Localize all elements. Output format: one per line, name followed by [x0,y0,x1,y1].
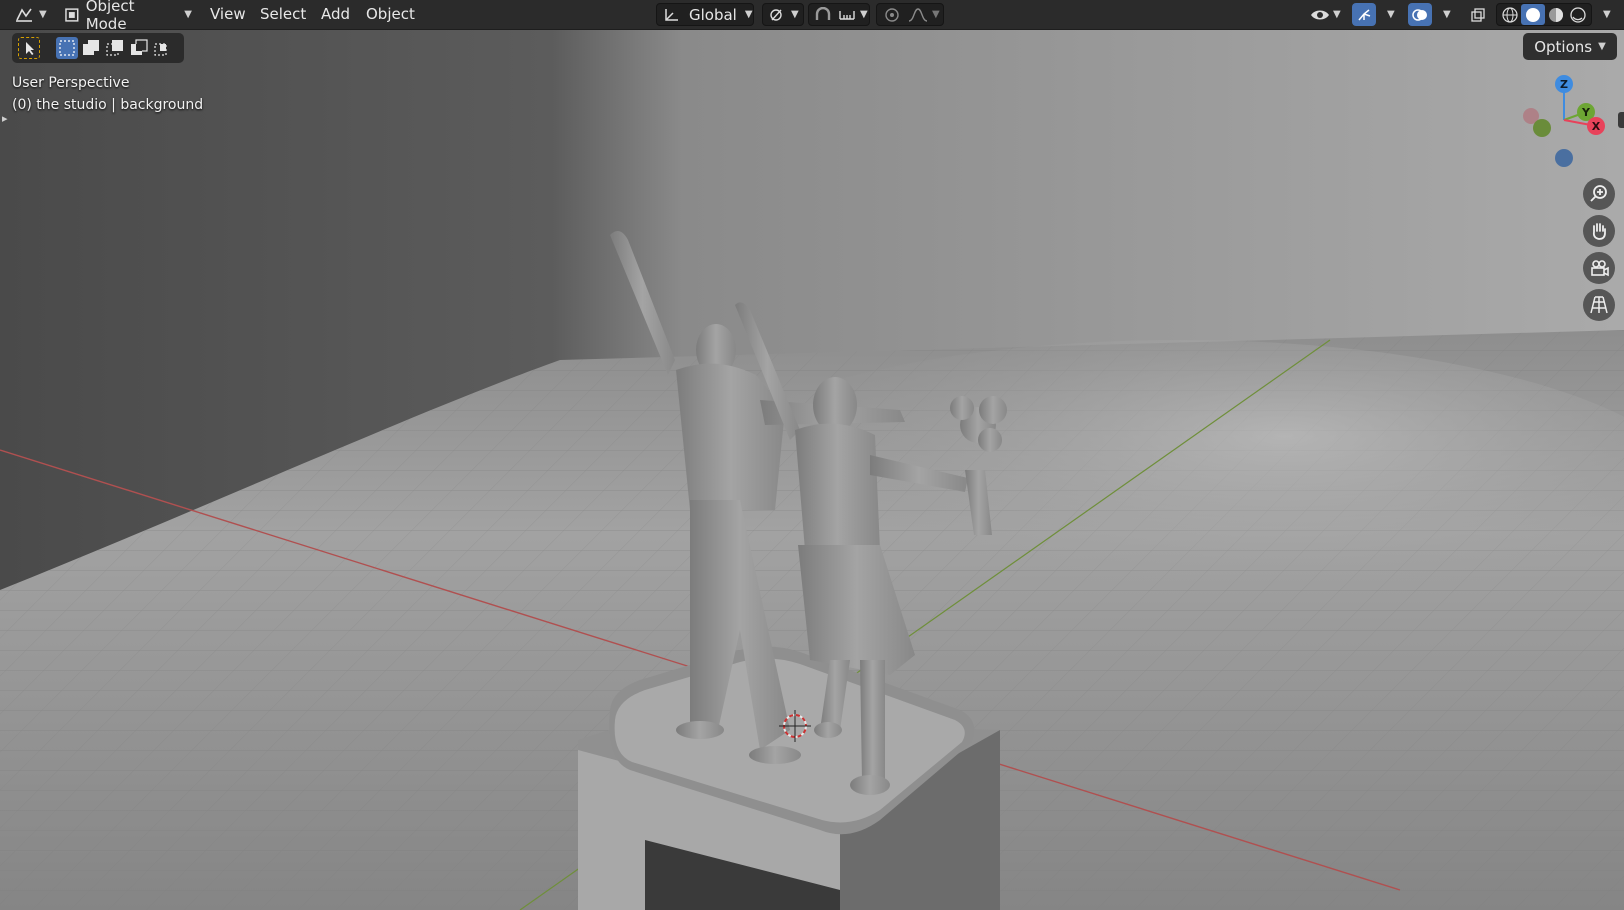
proportional-edit-group: ▼ [876,3,944,26]
chevron-down-icon: ▼ [1598,41,1606,52]
sidebar-expand-tab[interactable] [1618,112,1624,128]
toolbar-expand-arrow[interactable]: ▸ [2,112,8,125]
viewport-info: User Perspective (0) the studio | backgr… [12,72,203,116]
menu-view[interactable]: View [208,4,248,25]
select-cursor-icon [26,42,34,55]
transform-orientation-dropdown[interactable]: Global ▼ [656,3,754,26]
falloff-curve-icon[interactable] [907,7,929,23]
wireframe-shading-icon[interactable] [1499,5,1521,25]
camera-view-button[interactable] [1583,252,1615,284]
select-intersect-icon [154,43,167,56]
snap-magnet-icon[interactable] [813,6,833,23]
menu-object[interactable]: Object [364,4,417,25]
overlay-dropdown-chevron[interactable]: ▼ [1443,9,1451,20]
chevron-down-icon[interactable]: ▼ [932,9,940,20]
xray-toggle-icon [1471,7,1485,22]
editor-type-button[interactable]: ▼ [14,3,50,26]
options-label: Options [1534,37,1593,56]
mode-label: Object Mode [85,0,135,33]
neg-y-axis-ball[interactable] [1533,119,1551,137]
xray-toggle[interactable] [1466,3,1490,26]
viewport-header: ▼ Object Mode ▼ View Select Add Object G… [0,0,1624,33]
chevron-down-icon: ▼ [744,9,753,20]
visibility-eye-icon [1311,10,1329,19]
tool-settings-row [12,33,184,63]
editor-type-icon [16,7,32,22]
chevron-down-icon: ▼ [39,9,47,20]
orientation-label: Global [689,5,737,24]
pivot-point-icon [770,8,782,21]
rendered-shading-icon[interactable] [1567,5,1589,25]
options-dropdown[interactable]: Options ▼ [1523,33,1617,60]
select-intersect-button[interactable] [152,37,174,59]
shading-dropdown-chevron[interactable]: ▼ [1603,9,1611,20]
visibility-dropdown[interactable]: ▼ [1306,3,1346,26]
ortho-grid-icon [1590,296,1608,314]
pan-hand-icon [1592,223,1606,240]
zoom-button[interactable] [1583,178,1615,210]
shading-mode-group [1496,3,1592,26]
chevron-down-icon[interactable]: ▼ [860,9,868,20]
y-axis-label: Y [1581,106,1591,119]
snap-group: ▼ [808,3,870,26]
solid-shading-icon [1526,7,1540,22]
gizmo-icon [1358,8,1371,20]
gizmo-dropdown-chevron[interactable]: ▼ [1387,9,1395,20]
pan-button[interactable] [1583,215,1615,247]
select-subtract-icon [106,40,123,56]
material-shading-icon[interactable] [1545,5,1567,25]
orientation-icon [665,8,678,21]
object-mode-icon [65,7,79,22]
collection-text: (0) the studio | background [12,97,204,113]
snap-increment-icon[interactable] [837,7,857,23]
select-new-icon [59,40,75,56]
select-extend-button[interactable] [80,37,102,59]
camera-view-icon [1591,260,1609,277]
view-name: User Perspective [12,75,130,91]
z-axis-label: Z [1560,78,1568,91]
ortho-toggle-button[interactable] [1583,289,1615,321]
3d-viewport[interactable]: ▸ User Perspective (0) the studio | back… [0,30,1624,910]
select-invert-button[interactable] [128,37,150,59]
select-invert-icon [131,39,148,55]
select-extend-icon [83,40,99,55]
chevron-down-icon: ▼ [1333,9,1341,20]
proportional-edit-icon[interactable] [883,7,901,23]
menu-select[interactable]: Select [258,4,308,25]
chevron-down-icon: ▼ [791,9,799,20]
neg-z-axis-ball[interactable] [1555,149,1573,167]
mode-dropdown[interactable]: Object Mode ▼ [60,0,192,33]
select-subtract-button[interactable] [104,37,126,59]
gizmo-toggle[interactable] [1352,3,1376,26]
navigation-gizmo[interactable]: Z Y X [1510,70,1610,170]
zoom-icon [1590,185,1607,202]
select-new-button[interactable] [56,37,78,59]
overlay-toggle[interactable] [1408,3,1432,26]
menu-add[interactable]: Add [319,4,352,25]
x-axis-label: X [1592,120,1601,133]
chevron-down-icon: ▼ [184,9,192,20]
overlay-icon [1412,8,1427,21]
select-tool-button[interactable] [18,37,40,59]
pivot-point-dropdown[interactable]: ▼ [762,3,804,26]
viewport-scene [0,30,1624,910]
solid-shading-button[interactable] [1521,4,1545,25]
